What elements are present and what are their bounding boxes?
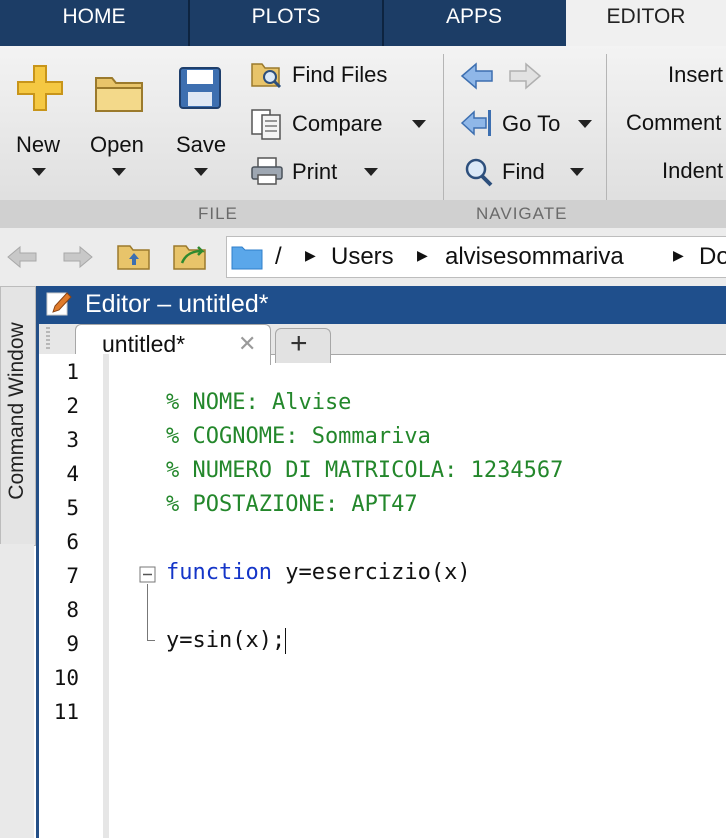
code-line-3: % COGNOME: Sommariva <box>166 424 431 449</box>
command-window-label: Command Window <box>5 322 28 500</box>
code-line-4: % NUMERO DI MATRICOLA: 1234567 <box>166 458 564 483</box>
new-label: New <box>16 132 61 157</box>
line-number: 3 <box>66 428 79 452</box>
editor-tab-strip: untitled* ✕ + <box>39 324 726 365</box>
editor-window: Editor – untitled* untitled* ✕ + 1 2 3 4… <box>36 286 726 838</box>
new-button[interactable]: New <box>8 60 72 190</box>
line-number: 6 <box>66 530 79 554</box>
up-folder-icon[interactable] <box>116 241 152 271</box>
line-number: 9 <box>66 632 79 656</box>
line-number: 1 <box>66 360 79 384</box>
arrow-right-icon <box>509 62 542 90</box>
new-icon <box>17 65 63 111</box>
open-label: Open <box>90 132 144 157</box>
function-signature: y=esercizio(x) <box>271 560 471 585</box>
edit-icon <box>46 292 72 316</box>
line-number: 2 <box>66 394 79 418</box>
function-keyword: function <box>166 560 272 585</box>
save-label: Save <box>176 132 227 157</box>
line-number: 11 <box>53 700 79 724</box>
fold-guide-end <box>147 640 155 641</box>
line-number: 7 <box>66 564 79 588</box>
compare-button[interactable]: Compare <box>250 108 432 142</box>
path-segment-users[interactable]: Users <box>331 243 394 271</box>
find-files-label: Find Files <box>292 62 388 87</box>
find-files-icon <box>251 63 282 89</box>
printer-icon <box>251 157 283 185</box>
chevron-down-icon <box>194 168 208 176</box>
path-field[interactable]: / ▶ Users ▶ alvisesommariva ▶ Do <box>226 236 726 278</box>
find-label: Find <box>502 159 545 184</box>
print-button[interactable]: Print <box>250 156 384 190</box>
path-root: / <box>275 243 282 270</box>
side-panel-background <box>0 544 34 838</box>
indent-label: Indent <box>662 158 724 183</box>
line-number: 8 <box>66 598 79 622</box>
compare-label: Compare <box>292 111 383 136</box>
open-button[interactable]: Open <box>86 60 156 190</box>
save-icon <box>179 67 221 109</box>
chevron-down-icon <box>412 120 426 128</box>
folder-icon <box>231 246 263 270</box>
print-label: Print <box>292 159 338 184</box>
code-line-9: y=sin(x); <box>166 628 287 654</box>
tab-plots[interactable]: PLOTS <box>190 0 384 46</box>
go-to-button[interactable]: Go To <box>460 108 602 142</box>
editor-title: Editor – untitled* <box>85 290 269 318</box>
address-bar: / ▶ Users ▶ alvisesommariva ▶ Do <box>0 228 726 287</box>
line-number: 4 <box>66 462 79 486</box>
path-segment-user[interactable]: alvisesommariva <box>445 243 624 271</box>
code-area[interactable]: % NOME: Alvise % COGNOME: Sommariva % NU… <box>109 354 726 838</box>
section-file-label: FILE <box>198 204 238 223</box>
editor-titlebar: Editor – untitled* <box>39 286 726 324</box>
path-separator-icon: ▶ <box>305 247 316 263</box>
search-icon <box>465 158 493 187</box>
path-separator-icon: ▶ <box>673 247 684 263</box>
tab-home[interactable]: HOME <box>0 0 190 46</box>
insert-label: Insert <box>668 62 724 87</box>
section-navigate-label: NAVIGATE <box>476 204 568 223</box>
fold-toggle-icon[interactable] <box>139 566 157 584</box>
find-files-button[interactable]: Find Files <box>250 60 430 94</box>
back-arrow-icon[interactable] <box>6 244 40 270</box>
ribbon-section-bar <box>0 200 726 228</box>
comment-label: Comment <box>626 110 722 135</box>
chevron-down-icon <box>32 168 46 176</box>
code-line-5: % POSTAZIONE: APT47 <box>166 492 418 517</box>
save-button[interactable]: Save <box>170 60 234 190</box>
back-nav-button[interactable] <box>460 62 496 92</box>
tab-apps[interactable]: APPS <box>384 0 564 46</box>
go-to-label: Go To <box>502 111 561 136</box>
folder-open-icon <box>95 77 143 112</box>
arrow-left-icon <box>460 62 493 90</box>
code-line-9-text: y=sin(x); <box>166 628 286 653</box>
path-segment-partial[interactable]: Do <box>699 243 726 271</box>
toolstrip-tabs: HOME PLOTS APPS EDITOR <box>0 0 726 46</box>
go-to-icon <box>460 110 491 136</box>
command-window-tab[interactable]: Command Window <box>0 286 36 546</box>
line-number-gutter: 1 2 3 4 5 6 7 8 9 10 11 <box>39 354 103 838</box>
code-line-7: function y=esercizio(x) <box>166 560 471 585</box>
chevron-down-icon <box>364 168 378 176</box>
code-line-2: % NOME: Alvise <box>166 390 352 415</box>
tab-editor[interactable]: EDITOR <box>566 0 726 46</box>
line-number: 5 <box>66 496 79 520</box>
compare-icon <box>251 109 281 140</box>
text-cursor <box>285 628 287 654</box>
chevron-down-icon <box>578 120 592 128</box>
find-button[interactable]: Find <box>460 156 590 190</box>
drag-handle-icon[interactable] <box>45 326 51 352</box>
fold-guide-line <box>147 584 148 640</box>
forward-nav-button[interactable] <box>508 62 544 92</box>
chevron-down-icon <box>570 168 584 176</box>
path-separator-icon: ▶ <box>417 247 428 263</box>
forward-arrow-icon[interactable] <box>60 244 94 270</box>
browse-folder-icon[interactable] <box>172 241 210 271</box>
chevron-down-icon <box>112 168 126 176</box>
line-number: 10 <box>53 666 79 690</box>
